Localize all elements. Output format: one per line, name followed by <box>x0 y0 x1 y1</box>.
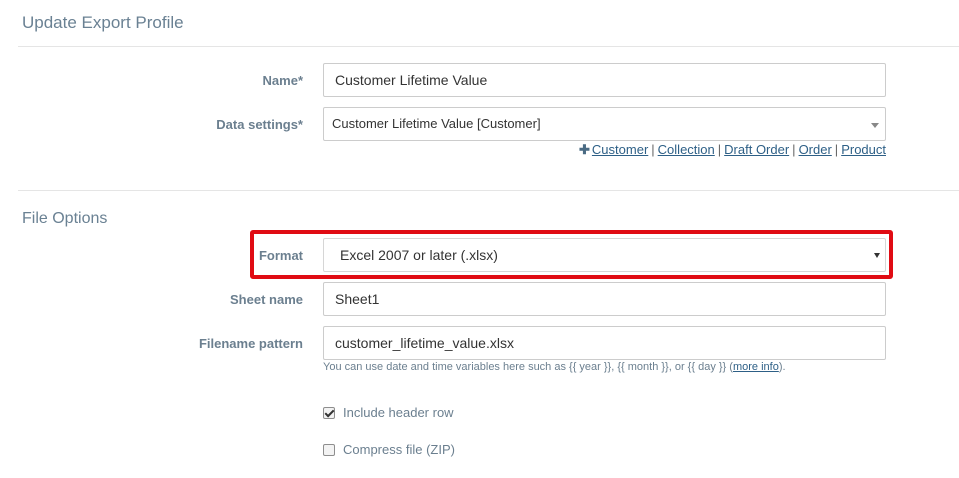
add-data-links: ✚ Customer | Collection | Draft Order | Order | P… <box>579 142 886 157</box>
data-settings-value: Customer Lifetime Value [Customer] <box>332 116 541 131</box>
chevron-down-icon <box>874 253 880 258</box>
include-header-checkbox[interactable] <box>323 406 335 419</box>
data-settings-label: Data settings* <box>216 117 303 132</box>
section-divider <box>18 190 959 191</box>
name-label: Name* <box>262 73 303 88</box>
filename-help-text: You can use date and time variables here… <box>323 361 786 373</box>
file-options-title: File Options <box>22 210 108 227</box>
sheet-name-label: Sheet name <box>230 292 303 307</box>
page-title: Update Export Profile <box>22 13 184 32</box>
sheet-name-field[interactable]: Sheet1 <box>323 282 886 316</box>
compress-label: Compress file (ZIP) <box>343 442 455 457</box>
header-divider <box>18 46 959 47</box>
name-field[interactable]: Customer Lifetime Value <box>323 63 886 97</box>
filename-pattern-label: Filename pattern <box>198 336 303 351</box>
include-header-row: Include header row <box>323 405 454 420</box>
more-info-link[interactable]: more info <box>733 361 779 373</box>
compress-row: Compress file (ZIP) <box>323 442 455 457</box>
format-value: Excel 2007 or later (.xlsx) <box>340 247 498 263</box>
link-product[interactable]: Product <box>841 142 886 157</box>
format-label: Format <box>258 248 303 263</box>
link-draft-order[interactable]: Draft Order <box>724 142 789 157</box>
data-settings-select[interactable]: Customer Lifetime Value [Customer] <box>323 107 886 141</box>
link-customer[interactable]: Customer <box>592 142 648 157</box>
include-header-label: Include header row <box>343 405 454 420</box>
plus-icon: ✚ <box>579 142 590 157</box>
filename-pattern-field[interactable]: customer_lifetime_value.xlsx <box>323 326 886 360</box>
compress-checkbox[interactable] <box>323 443 335 456</box>
link-order[interactable]: Order <box>799 142 832 157</box>
chevron-down-icon <box>871 123 879 128</box>
format-select[interactable]: Excel 2007 or later (.xlsx) <box>323 238 886 272</box>
link-collection[interactable]: Collection <box>658 142 715 157</box>
